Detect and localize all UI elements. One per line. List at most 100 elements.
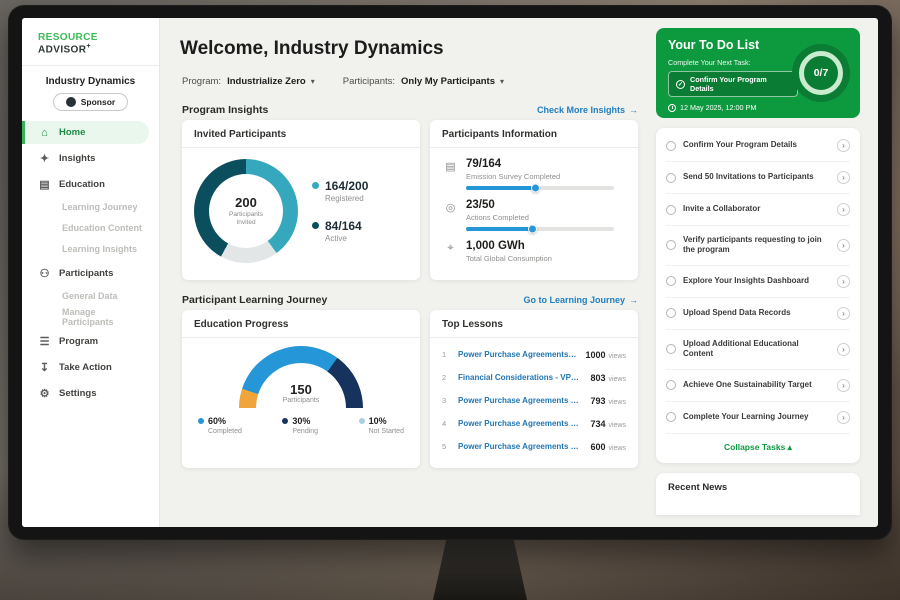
card-title: Invited Participants	[182, 120, 420, 148]
task-checkbox[interactable]	[666, 308, 676, 318]
task-row[interactable]: Confirm Your Program Details ›	[666, 130, 850, 162]
sidebar-item-education[interactable]: ▤ Education	[22, 173, 149, 196]
lesson-link[interactable]: Power Purchase Agreements 102	[458, 419, 582, 428]
task-row[interactable]: Send 50 Invitations to Participants ›	[666, 162, 850, 194]
next-task-pill[interactable]: ✓ Confirm Your Program Details	[668, 71, 798, 97]
chevron-up-icon: ▴	[788, 442, 792, 452]
lesson-link[interactable]: Financial Considerations - VPPAs	[458, 373, 582, 382]
sidebar-item-manage-participants[interactable]: Manage Participants	[22, 306, 149, 327]
nav-label: Learning Journey	[62, 202, 138, 212]
participants-information-card: Participants Information ▤ 79/164 Emissi…	[430, 120, 638, 280]
sidebar-item-settings[interactable]: ⚙ Settings	[22, 382, 149, 405]
legend-registered: 164/200 Registered	[312, 179, 368, 203]
task-row[interactable]: Verify participants requesting to join t…	[666, 226, 850, 266]
sponsor-badge[interactable]: Sponsor	[53, 93, 128, 111]
todo-task-list: Confirm Your Program Details › Send 50 I…	[656, 128, 860, 463]
sidebar-item-learning-insights[interactable]: Learning Insights	[22, 238, 149, 259]
chevron-right-icon[interactable]: ›	[837, 171, 850, 184]
nav-label: Learning Insights	[62, 244, 137, 254]
todo-summary-card: Your To Do List Complete Your Next Task:…	[656, 28, 860, 118]
sidebar-item-general-data[interactable]: General Data	[22, 285, 149, 306]
nav-label: General Data	[62, 291, 118, 301]
education-icon: ▤	[38, 178, 51, 191]
chevron-right-icon[interactable]: ›	[837, 203, 850, 216]
sidebar-item-learning-journey[interactable]: Learning Journey	[22, 196, 149, 217]
collapse-tasks-link[interactable]: Collapse Tasks ▴	[666, 434, 850, 459]
nav-label: Participants	[59, 268, 113, 279]
chevron-down-icon: ▾	[311, 77, 315, 86]
sidebar-item-program[interactable]: ☰ Program	[22, 330, 149, 353]
sidebar-item-take-action[interactable]: ↧ Take Action	[22, 356, 149, 379]
task-checkbox[interactable]	[666, 205, 676, 215]
invited-donut-chart: 200 Participants Invited	[194, 159, 298, 263]
task-row[interactable]: Complete Your Learning Journey ›	[666, 402, 850, 434]
section-title: Participant Learning Journey	[182, 294, 327, 306]
participants-dropdown[interactable]: Participants: Only My Participants ▾	[343, 76, 504, 87]
recent-news-title: Recent News	[668, 482, 727, 493]
lesson-link[interactable]: Power Purchase Agreements 101	[458, 350, 577, 359]
monitor-stand	[433, 540, 527, 600]
todo-progress-count: 0/7	[814, 67, 829, 79]
lesson-row: 5 Power Purchase Agreements 103 600views	[442, 435, 626, 458]
task-row[interactable]: Upload Spend Data Records ›	[666, 298, 850, 330]
clock-icon	[668, 104, 676, 112]
settings-icon: ⚙	[38, 387, 51, 400]
insights-icon: ✦	[38, 152, 51, 165]
task-checkbox[interactable]	[666, 141, 676, 151]
filter-bar: Program: Industrialize Zero ▾ Participan…	[182, 76, 504, 87]
task-checkbox[interactable]	[666, 344, 676, 354]
legend-dot	[282, 418, 288, 424]
arrow-right-icon: →	[629, 105, 638, 115]
sponsor-icon	[66, 97, 76, 107]
nav-label: Manage Participants	[62, 307, 149, 327]
lesson-row: 1 Power Purchase Agreements 101 1000view…	[442, 343, 626, 366]
survey-icon: ▤	[444, 158, 457, 190]
nav-label: Insights	[59, 153, 95, 164]
nav-label: Take Action	[59, 362, 112, 373]
legend-dot	[198, 418, 204, 424]
legend-pending: 30% Pending	[282, 416, 318, 435]
chevron-down-icon: ▾	[500, 77, 504, 86]
sidebar-item-insights[interactable]: ✦ Insights	[22, 147, 149, 170]
task-checkbox[interactable]	[666, 380, 676, 390]
sidebar-item-home[interactable]: ⌂ Home	[22, 121, 149, 144]
sponsor-label: Sponsor	[81, 97, 115, 107]
sidebar: RESOURCE ADVISOR+ Industry Dynamics Spon…	[22, 18, 160, 527]
task-row[interactable]: Achieve One Sustainability Target ›	[666, 370, 850, 402]
top-lessons-card: Top Lessons 1 Power Purchase Agreements …	[430, 310, 638, 468]
program-icon: ☰	[38, 335, 51, 348]
sidebar-item-education-content[interactable]: Education Content	[22, 217, 149, 238]
task-row[interactable]: Explore Your Insights Dashboard ›	[666, 266, 850, 298]
chevron-right-icon[interactable]: ›	[837, 307, 850, 320]
legend-completed: 60% Completed	[198, 416, 242, 435]
task-checkbox[interactable]	[666, 276, 676, 286]
sidebar-item-participants[interactable]: ⚇ Participants	[22, 262, 149, 285]
gauge-center-label: 150 Participants	[182, 382, 420, 404]
actions-icon: ◎	[444, 199, 457, 231]
lesson-link[interactable]: Power Purchase Agreements 103	[458, 442, 582, 451]
chevron-right-icon[interactable]: ›	[837, 343, 850, 356]
take-action-icon: ↧	[38, 361, 51, 374]
task-row[interactable]: Invite a Collaborator ›	[666, 194, 850, 226]
lesson-link[interactable]: Power Purchase Agreements 101	[458, 396, 582, 405]
monitor-frame: RESOURCE ADVISOR+ Industry Dynamics Spon…	[8, 5, 892, 540]
nav-label: Home	[59, 127, 85, 138]
donut-legend: 164/200 Registered 84/164 Active	[312, 179, 368, 243]
task-row[interactable]: Upload Additional Educational Content ›	[666, 330, 850, 370]
stat-emission-survey: ▤ 79/164 Emission Survey Completed	[444, 158, 624, 190]
chevron-right-icon[interactable]: ›	[837, 411, 850, 424]
chevron-right-icon[interactable]: ›	[837, 239, 850, 252]
task-checkbox[interactable]	[666, 173, 676, 183]
check-more-insights-link[interactable]: Check More Insights→	[537, 105, 638, 115]
task-checkbox[interactable]	[666, 412, 676, 422]
chevron-right-icon[interactable]: ›	[837, 275, 850, 288]
invited-participants-card: Invited Participants 200 Participants In…	[182, 120, 420, 280]
chevron-right-icon[interactable]: ›	[837, 379, 850, 392]
task-checkbox[interactable]	[666, 240, 676, 250]
section-title: Program Insights	[182, 104, 268, 116]
program-dropdown[interactable]: Program: Industrialize Zero ▾	[182, 76, 315, 87]
chevron-right-icon[interactable]: ›	[837, 139, 850, 152]
dashboard-screen: RESOURCE ADVISOR+ Industry Dynamics Spon…	[22, 18, 878, 527]
todo-progress-ring: 0/7	[792, 44, 850, 102]
go-to-learning-journey-link[interactable]: Go to Learning Journey→	[523, 295, 638, 305]
